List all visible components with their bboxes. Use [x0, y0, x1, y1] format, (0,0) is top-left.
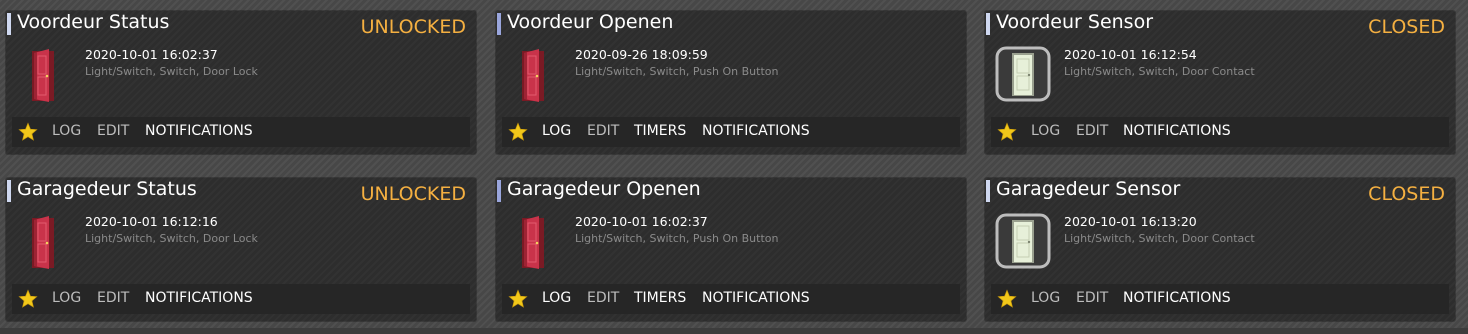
edit-link[interactable]: EDIT — [1076, 290, 1108, 306]
card-toolbar: LOG EDIT NOTIFICATIONS — [991, 284, 1449, 314]
log-link[interactable]: LOG — [1031, 123, 1060, 139]
log-link[interactable]: LOG — [1031, 290, 1060, 306]
device-title: Voordeur Openen — [507, 11, 674, 33]
card-accent-bar — [986, 180, 990, 202]
closed-door-icon[interactable] — [995, 213, 1051, 269]
device-card-garagedeur-sensor: Garagedeur Sensor CLOSED 2020-10-01 16:1… — [985, 178, 1455, 321]
last-update-time: 2020-10-01 16:13:20 — [1064, 214, 1197, 229]
favorite-star-icon[interactable] — [997, 289, 1017, 309]
device-card-voordeur-openen: Voordeur Openen 2020-09-26 18:09:59 Ligh… — [496, 11, 966, 154]
card-toolbar: LOG EDIT NOTIFICATIONS — [12, 284, 470, 314]
favorite-star-icon[interactable] — [508, 122, 528, 142]
device-type: Light/Switch, Switch, Push On Button — [575, 65, 779, 78]
dashboard: { "colors": { "accent_status": "#cfd8f0"… — [0, 0, 1468, 334]
device-type: Light/Switch, Switch, Door Lock — [85, 65, 258, 78]
red-door-icon[interactable] — [16, 46, 70, 102]
red-door-icon[interactable] — [506, 46, 560, 102]
notifications-link[interactable]: NOTIFICATIONS — [1123, 290, 1231, 306]
card-accent-bar — [7, 13, 11, 35]
device-card-garagedeur-openen: Garagedeur Openen 2020-10-01 16:02:37 Li… — [496, 178, 966, 321]
device-status: CLOSED — [1368, 16, 1445, 38]
page-footer-strip — [0, 328, 1468, 334]
closed-door-icon[interactable] — [995, 46, 1051, 102]
card-accent-bar — [497, 180, 501, 202]
favorite-star-icon[interactable] — [508, 289, 528, 309]
device-title: Garagedeur Status — [17, 178, 197, 200]
device-card-garagedeur-status: Garagedeur Status UNLOCKED 2020-10-01 16… — [6, 178, 476, 321]
device-type: Light/Switch, Switch, Push On Button — [575, 232, 779, 245]
last-update-time: 2020-09-26 18:09:59 — [575, 47, 708, 62]
device-card-voordeur-status: Voordeur Status UNLOCKED 2020-10-01 16:0… — [6, 11, 476, 154]
device-card-voordeur-sensor: Voordeur Sensor CLOSED 2020-10-01 16:12:… — [985, 11, 1455, 154]
device-type: Light/Switch, Switch, Door Contact — [1064, 232, 1255, 245]
notifications-link[interactable]: NOTIFICATIONS — [1123, 123, 1231, 139]
log-link[interactable]: LOG — [542, 123, 571, 139]
card-accent-bar — [497, 13, 501, 35]
notifications-link[interactable]: NOTIFICATIONS — [145, 290, 253, 306]
device-type: Light/Switch, Switch, Door Lock — [85, 232, 258, 245]
red-door-icon[interactable] — [16, 213, 70, 269]
card-accent-bar — [7, 180, 11, 202]
edit-link[interactable]: EDIT — [97, 290, 129, 306]
device-status: UNLOCKED — [360, 16, 466, 38]
last-update-time: 2020-10-01 16:12:54 — [1064, 47, 1197, 62]
edit-link[interactable]: EDIT — [1076, 123, 1108, 139]
red-door-icon[interactable] — [506, 213, 560, 269]
card-toolbar: LOG EDIT NOTIFICATIONS — [991, 117, 1449, 147]
device-title: Garagedeur Sensor — [996, 178, 1181, 200]
edit-link[interactable]: EDIT — [587, 290, 619, 306]
edit-link[interactable]: EDIT — [97, 123, 129, 139]
notifications-link[interactable]: NOTIFICATIONS — [145, 123, 253, 139]
last-update-time: 2020-10-01 16:12:16 — [85, 214, 218, 229]
device-title: Garagedeur Openen — [507, 178, 701, 200]
device-type: Light/Switch, Switch, Door Contact — [1064, 65, 1255, 78]
timers-link[interactable]: TIMERS — [634, 290, 686, 306]
last-update-time: 2020-10-01 16:02:37 — [85, 47, 218, 62]
favorite-star-icon[interactable] — [18, 289, 38, 309]
device-title: Voordeur Status — [17, 11, 170, 33]
notifications-link[interactable]: NOTIFICATIONS — [702, 123, 810, 139]
favorite-star-icon[interactable] — [997, 122, 1017, 142]
device-status: CLOSED — [1368, 183, 1445, 205]
log-link[interactable]: LOG — [52, 123, 81, 139]
log-link[interactable]: LOG — [52, 290, 81, 306]
card-toolbar: LOG EDIT TIMERS NOTIFICATIONS — [502, 284, 960, 314]
card-toolbar: LOG EDIT TIMERS NOTIFICATIONS — [502, 117, 960, 147]
device-status: UNLOCKED — [360, 183, 466, 205]
edit-link[interactable]: EDIT — [587, 123, 619, 139]
favorite-star-icon[interactable] — [18, 122, 38, 142]
device-title: Voordeur Sensor — [996, 11, 1154, 33]
last-update-time: 2020-10-01 16:02:37 — [575, 214, 708, 229]
notifications-link[interactable]: NOTIFICATIONS — [702, 290, 810, 306]
timers-link[interactable]: TIMERS — [634, 123, 686, 139]
card-accent-bar — [986, 13, 990, 35]
log-link[interactable]: LOG — [542, 290, 571, 306]
card-toolbar: LOG EDIT NOTIFICATIONS — [12, 117, 470, 147]
